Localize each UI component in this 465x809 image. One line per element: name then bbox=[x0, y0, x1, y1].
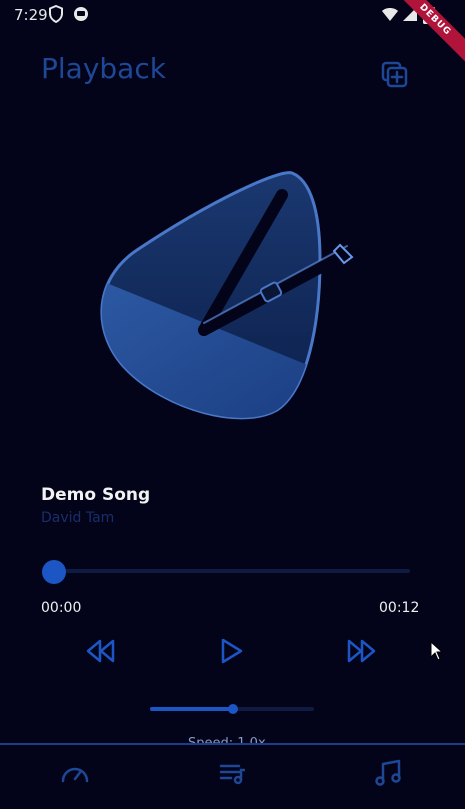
artist-name: David Tam bbox=[41, 510, 115, 526]
current-time: 00:00 bbox=[41, 600, 82, 616]
music-note-icon[interactable] bbox=[373, 757, 405, 789]
bottom-nav bbox=[0, 743, 465, 809]
song-title: Demo Song bbox=[41, 485, 151, 505]
mouse-cursor-icon bbox=[430, 641, 444, 661]
volume-fill bbox=[150, 707, 232, 711]
wifi-icon bbox=[382, 8, 398, 21]
fast-forward-icon[interactable] bbox=[347, 637, 377, 665]
status-bar: 7:29 bbox=[0, 0, 465, 30]
circle-app-icon bbox=[74, 7, 88, 21]
status-time: 7:29 bbox=[14, 6, 48, 24]
volume-thumb[interactable] bbox=[228, 704, 238, 714]
metronome-icon bbox=[100, 171, 354, 420]
add-to-queue-icon[interactable] bbox=[380, 60, 410, 90]
shield-icon bbox=[49, 5, 63, 23]
page-title: Playback bbox=[41, 52, 166, 85]
total-time: 00:12 bbox=[379, 600, 420, 616]
speedometer-icon[interactable] bbox=[59, 757, 91, 789]
play-icon[interactable] bbox=[218, 637, 248, 665]
rewind-icon[interactable] bbox=[85, 637, 115, 665]
seek-bar-track[interactable] bbox=[44, 569, 410, 573]
seek-bar-thumb[interactable] bbox=[42, 560, 66, 584]
playlist-icon[interactable] bbox=[217, 757, 249, 789]
